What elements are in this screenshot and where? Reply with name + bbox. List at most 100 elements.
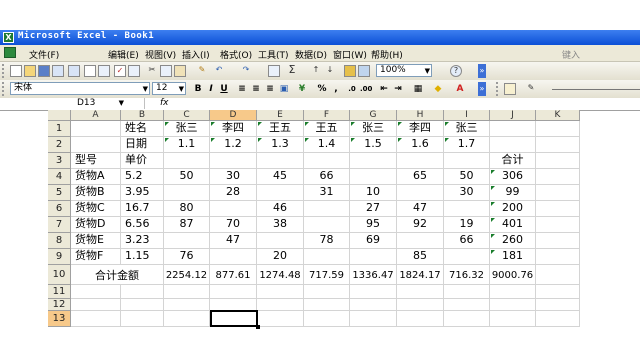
- column-header-f[interactable]: F: [304, 110, 350, 121]
- cell-i10[interactable]: 716.32: [444, 265, 490, 285]
- merge-center-icon[interactable]: ▣: [278, 83, 290, 95]
- cell-e5[interactable]: [257, 185, 304, 201]
- bold-button[interactable]: B: [192, 83, 204, 95]
- cell-h1[interactable]: 李四: [397, 121, 444, 137]
- align-right-icon[interactable]: ≡: [264, 83, 276, 95]
- menu-file[interactable]: 文件(F): [29, 48, 59, 61]
- cell-c3[interactable]: [164, 153, 210, 169]
- cell-d9[interactable]: [210, 249, 257, 265]
- cell-b8[interactable]: 3.23: [121, 233, 164, 249]
- cell-b13[interactable]: [121, 311, 164, 327]
- permission-icon[interactable]: [52, 65, 64, 77]
- cell-a8[interactable]: 货物E: [71, 233, 121, 249]
- menu-format[interactable]: 格式(O): [220, 48, 252, 61]
- cell-j8[interactable]: 260: [490, 233, 536, 249]
- cell-f13[interactable]: [304, 311, 350, 327]
- cell-a5[interactable]: 货物B: [71, 185, 121, 201]
- autosum-icon[interactable]: Σ: [286, 64, 298, 77]
- cell-a11[interactable]: [71, 285, 121, 299]
- cell-c2[interactable]: 1.1: [164, 137, 210, 153]
- cell-f8[interactable]: 78: [304, 233, 350, 249]
- cell-i3[interactable]: [444, 153, 490, 169]
- new-icon[interactable]: [10, 65, 22, 77]
- row-header-7[interactable]: 7: [48, 217, 71, 233]
- cell-j4[interactable]: 306: [490, 169, 536, 185]
- cell-k11[interactable]: [536, 285, 580, 299]
- menu-insert[interactable]: 插入(I): [182, 48, 210, 61]
- increase-decimal-icon[interactable]: .0: [346, 83, 358, 95]
- cell-c10[interactable]: 2254.12: [164, 265, 210, 285]
- column-header-d[interactable]: D: [210, 110, 257, 121]
- cell-i12[interactable]: [444, 299, 490, 311]
- menu-window[interactable]: 窗口(W): [333, 48, 367, 61]
- column-header-g[interactable]: G: [350, 110, 397, 121]
- toolbar-grip[interactable]: [496, 82, 501, 96]
- cell-g12[interactable]: [350, 299, 397, 311]
- research-icon[interactable]: [128, 65, 140, 77]
- cell-c5[interactable]: [164, 185, 210, 201]
- cell-j13[interactable]: [490, 311, 536, 327]
- row-header-4[interactable]: 4: [48, 169, 71, 185]
- drawing-icon[interactable]: [358, 65, 370, 77]
- cell-g2[interactable]: 1.5: [350, 137, 397, 153]
- cell-e7[interactable]: 38: [257, 217, 304, 233]
- cell-k1[interactable]: [536, 121, 580, 137]
- cell-e10[interactable]: 1274.48: [257, 265, 304, 285]
- row-header-12[interactable]: 12: [48, 299, 71, 311]
- cell-f1[interactable]: 王五: [304, 121, 350, 137]
- cell-d4[interactable]: 30: [210, 169, 257, 185]
- column-header-c[interactable]: C: [164, 110, 210, 121]
- cell-b12[interactable]: [121, 299, 164, 311]
- cell-e8[interactable]: [257, 233, 304, 249]
- cell-k9[interactable]: [536, 249, 580, 265]
- cell-c9[interactable]: 76: [164, 249, 210, 265]
- cell-h6[interactable]: 47: [397, 201, 444, 217]
- cell-g9[interactable]: [350, 249, 397, 265]
- cell-h2[interactable]: 1.6: [397, 137, 444, 153]
- cell-c11[interactable]: [164, 285, 210, 299]
- cell-f2[interactable]: 1.4: [304, 137, 350, 153]
- workbook-icon[interactable]: [4, 47, 16, 58]
- cell-f4[interactable]: 66: [304, 169, 350, 185]
- cell-g4[interactable]: [350, 169, 397, 185]
- name-box[interactable]: D13 ▼: [55, 98, 145, 109]
- excel-app-icon[interactable]: X: [3, 32, 14, 43]
- cell-e12[interactable]: [257, 299, 304, 311]
- cell-b9[interactable]: 1.15: [121, 249, 164, 265]
- email-icon[interactable]: [68, 65, 80, 77]
- column-header-i[interactable]: I: [444, 110, 490, 121]
- row-header-9[interactable]: 9: [48, 249, 71, 265]
- cell-d10[interactable]: 877.61: [210, 265, 257, 285]
- cell-f9[interactable]: [304, 249, 350, 265]
- cell-k13[interactable]: [536, 311, 580, 327]
- toolbar-options-chevron[interactable]: »: [478, 82, 486, 96]
- spelling-icon[interactable]: ✓: [114, 65, 126, 77]
- currency-icon[interactable]: ¥: [296, 83, 308, 95]
- cut-icon[interactable]: ✂: [146, 65, 158, 77]
- cell-g6[interactable]: 27: [350, 201, 397, 217]
- row-header-6[interactable]: 6: [48, 201, 71, 217]
- borders-icon[interactable]: ▦: [412, 83, 424, 95]
- cell-g11[interactable]: [350, 285, 397, 299]
- cell-c7[interactable]: 87: [164, 217, 210, 233]
- cell-a3[interactable]: 型号: [71, 153, 121, 169]
- paste-icon[interactable]: [174, 65, 186, 77]
- cell-j9[interactable]: 181: [490, 249, 536, 265]
- cell-i2[interactable]: 1.7: [444, 137, 490, 153]
- column-header-e[interactable]: E: [257, 110, 304, 121]
- print-icon[interactable]: [84, 65, 96, 77]
- cell-a9[interactable]: 货物F: [71, 249, 121, 265]
- column-header-j[interactable]: J: [490, 110, 536, 121]
- row-header-11[interactable]: 11: [48, 285, 71, 299]
- edit-comment-icon[interactable]: [504, 83, 516, 95]
- decrease-indent-icon[interactable]: ⇤: [378, 83, 390, 95]
- cell-k8[interactable]: [536, 233, 580, 249]
- cell-i5[interactable]: 30: [444, 185, 490, 201]
- cell-k3[interactable]: [536, 153, 580, 169]
- decrease-decimal-icon[interactable]: .00: [360, 83, 372, 95]
- cell-b1[interactable]: 姓名: [121, 121, 164, 137]
- cell-c8[interactable]: [164, 233, 210, 249]
- menu-help[interactable]: 帮助(H): [371, 48, 403, 61]
- cell-g8[interactable]: 69: [350, 233, 397, 249]
- column-header-a[interactable]: A: [71, 110, 121, 121]
